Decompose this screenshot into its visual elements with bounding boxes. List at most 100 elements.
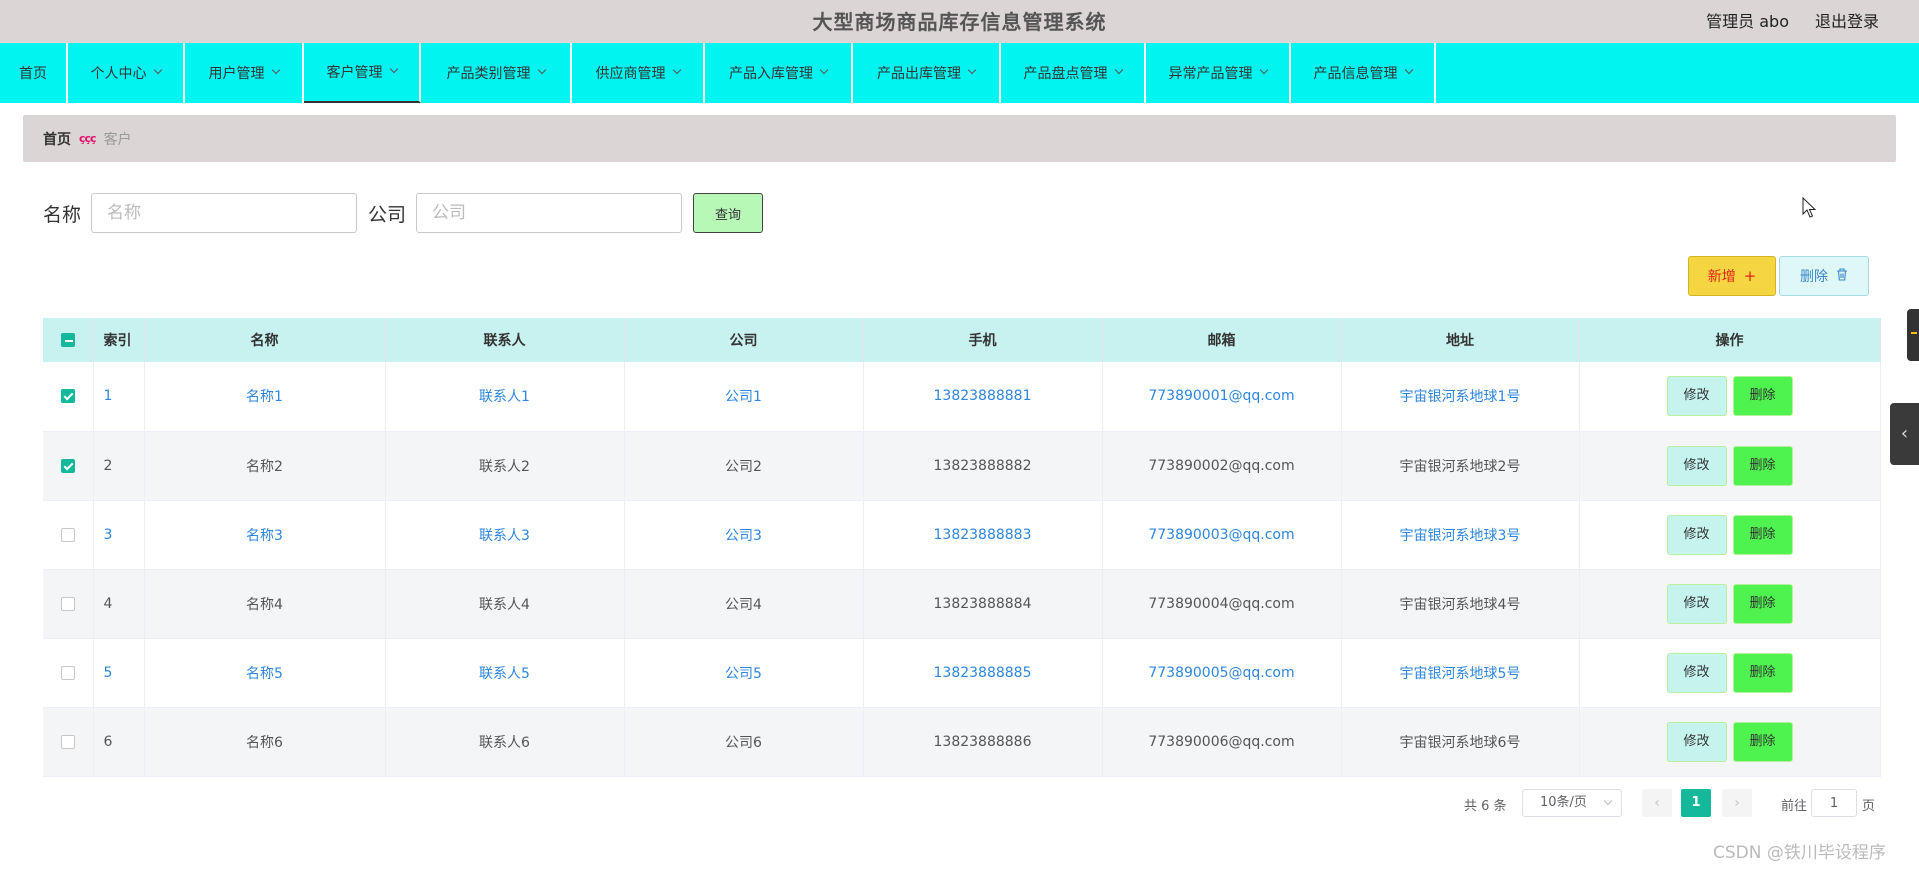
- cell-address: 宇宙银河系地球4号: [1341, 569, 1580, 639]
- table-row[interactable]: 1 名称1 联系人1 公司1 13823888881 773890001@qq.com 宇宙…: [43, 362, 1881, 432]
- nav-item[interactable]: 客户管理: [304, 43, 421, 103]
- delete-button[interactable]: 删除: [1732, 445, 1793, 486]
- column-header: 名称: [144, 318, 386, 362]
- cell-phone: 13823888886: [863, 707, 1103, 777]
- cell-company: 公司6: [624, 707, 864, 777]
- edit-button[interactable]: 修改: [1666, 445, 1727, 486]
- row-index: 6: [93, 707, 145, 777]
- table-row[interactable]: 6 名称6 联系人6 公司6 13823888886 773890006@qq.com 宇宙…: [43, 707, 1881, 777]
- nav-item[interactable]: 用户管理: [185, 43, 304, 103]
- row-checkbox[interactable]: [60, 665, 75, 680]
- chevron-left-icon: ‹: [1900, 423, 1909, 444]
- side-collapse-button[interactable]: ‹: [1890, 403, 1919, 465]
- cell-phone: 13823888881: [863, 362, 1103, 432]
- cell-company: 公司5: [624, 638, 864, 708]
- row-checkbox[interactable]: [60, 458, 75, 473]
- chevron-down-icon: [1259, 65, 1268, 75]
- delete-button[interactable]: 删除: [1732, 721, 1793, 762]
- nav-item[interactable]: 个人中心: [68, 43, 185, 103]
- nav-item-label: 产品类别管理: [446, 66, 531, 82]
- next-page-button[interactable]: ›: [1722, 789, 1752, 817]
- chevron-down-icon: [1603, 796, 1613, 806]
- cell-email: 773890002@qq.com: [1102, 431, 1342, 501]
- breadcrumb: 首页 ççç 客户: [23, 115, 1896, 162]
- column-header: 地址: [1341, 318, 1580, 362]
- company-search-input[interactable]: [416, 193, 682, 233]
- nav-item[interactable]: 供应商管理: [572, 43, 705, 103]
- breadcrumb-home[interactable]: 首页: [43, 129, 71, 149]
- add-button-label: 新增: [1707, 269, 1736, 285]
- cell-company: 公司1: [624, 362, 864, 432]
- column-header: 索引: [93, 318, 145, 362]
- nav-item[interactable]: 产品出库管理: [853, 43, 1001, 103]
- row-select-cell: [43, 707, 94, 777]
- delete-button[interactable]: 删除: [1732, 583, 1793, 624]
- prev-page-button[interactable]: ‹: [1642, 789, 1672, 817]
- name-search-input[interactable]: [91, 193, 357, 233]
- row-index: 3: [93, 500, 145, 570]
- current-page-button[interactable]: 1: [1681, 789, 1711, 817]
- goto-page-input[interactable]: [1811, 789, 1857, 817]
- row-index: 1: [93, 362, 145, 432]
- cell-name: 名称4: [144, 569, 386, 639]
- nav-item-label: 首页: [19, 66, 47, 82]
- table-row[interactable]: 2 名称2 联系人2 公司2 13823888882 773890002@qq.com 宇宙…: [43, 431, 1881, 501]
- edit-button[interactable]: 修改: [1666, 376, 1727, 417]
- nav-item[interactable]: 异常产品管理: [1146, 43, 1291, 103]
- row-select-cell: [43, 638, 94, 708]
- cell-name: 名称2: [144, 431, 386, 501]
- row-actions: 修改 删除: [1579, 500, 1881, 570]
- chevron-down-icon: [672, 65, 681, 75]
- column-header: 邮箱: [1102, 318, 1342, 362]
- row-actions: 修改 删除: [1579, 569, 1881, 639]
- edit-button[interactable]: 修改: [1666, 583, 1727, 624]
- row-select-cell: [43, 362, 94, 432]
- query-button[interactable]: 查询: [693, 193, 763, 233]
- batch-delete-label: 删除: [1800, 269, 1828, 285]
- table-row[interactable]: 4 名称4 联系人4 公司4 13823888884 773890004@qq.com 宇宙…: [43, 569, 1881, 639]
- page-size-select[interactable]: 10条/页: [1522, 789, 1622, 817]
- logout-link[interactable]: 退出登录: [1815, 8, 1879, 32]
- row-actions: 修改 删除: [1579, 707, 1881, 777]
- nav-item[interactable]: 产品入库管理: [705, 43, 853, 103]
- side-handle[interactable]: [1907, 309, 1919, 361]
- add-button[interactable]: 新增 +: [1688, 256, 1776, 296]
- batch-delete-button[interactable]: 删除: [1779, 256, 1869, 296]
- chevron-down-icon: [967, 65, 977, 75]
- cell-contact: 联系人4: [385, 569, 625, 639]
- cell-contact: 联系人1: [385, 362, 625, 432]
- edit-button[interactable]: 修改: [1666, 652, 1727, 693]
- table-row[interactable]: 3 名称3 联系人3 公司3 13823888883 773890003@qq.com 宇宙…: [43, 500, 1881, 570]
- row-checkbox[interactable]: [60, 596, 75, 611]
- page-size-value: 10条/页: [1540, 795, 1587, 810]
- cell-contact: 联系人6: [385, 707, 625, 777]
- row-select-cell: [43, 500, 94, 570]
- breadcrumb-separator: ççç: [79, 132, 97, 145]
- row-select-cell: [43, 431, 94, 501]
- customer-table: 索引 名称 联系人 公司 手机 邮箱 地址 操作 1 名称1 联系人1 公司1 1382…: [43, 318, 1881, 777]
- row-checkbox[interactable]: [60, 734, 75, 749]
- delete-button[interactable]: 删除: [1732, 652, 1793, 693]
- cell-address: 宇宙银河系地球6号: [1341, 707, 1580, 777]
- edit-button[interactable]: 修改: [1666, 721, 1727, 762]
- nav-item[interactable]: 产品盘点管理: [1001, 43, 1146, 103]
- nav-item[interactable]: 产品类别管理: [421, 43, 572, 103]
- cell-email: 773890001@qq.com: [1102, 362, 1342, 432]
- nav-item[interactable]: 产品信息管理: [1291, 43, 1436, 103]
- cell-contact: 联系人5: [385, 638, 625, 708]
- delete-button[interactable]: 删除: [1732, 514, 1793, 555]
- goto-label: 前往: [1781, 799, 1808, 814]
- cell-address: 宇宙银河系地球1号: [1341, 362, 1580, 432]
- row-checkbox[interactable]: [60, 527, 75, 542]
- nav-item[interactable]: 首页: [0, 43, 68, 103]
- column-header: 操作: [1579, 318, 1881, 362]
- cell-name: 名称5: [144, 638, 386, 708]
- cell-address: 宇宙银河系地球3号: [1341, 500, 1580, 570]
- row-checkbox[interactable]: [60, 389, 75, 404]
- delete-button[interactable]: 删除: [1732, 376, 1793, 417]
- edit-button[interactable]: 修改: [1666, 514, 1727, 555]
- select-all-checkbox[interactable]: [60, 333, 75, 347]
- cell-name: 名称3: [144, 500, 386, 570]
- table-row[interactable]: 5 名称5 联系人5 公司5 13823888885 773890005@qq.com 宇宙…: [43, 638, 1881, 708]
- nav-item-label: 产品出库管理: [877, 66, 961, 82]
